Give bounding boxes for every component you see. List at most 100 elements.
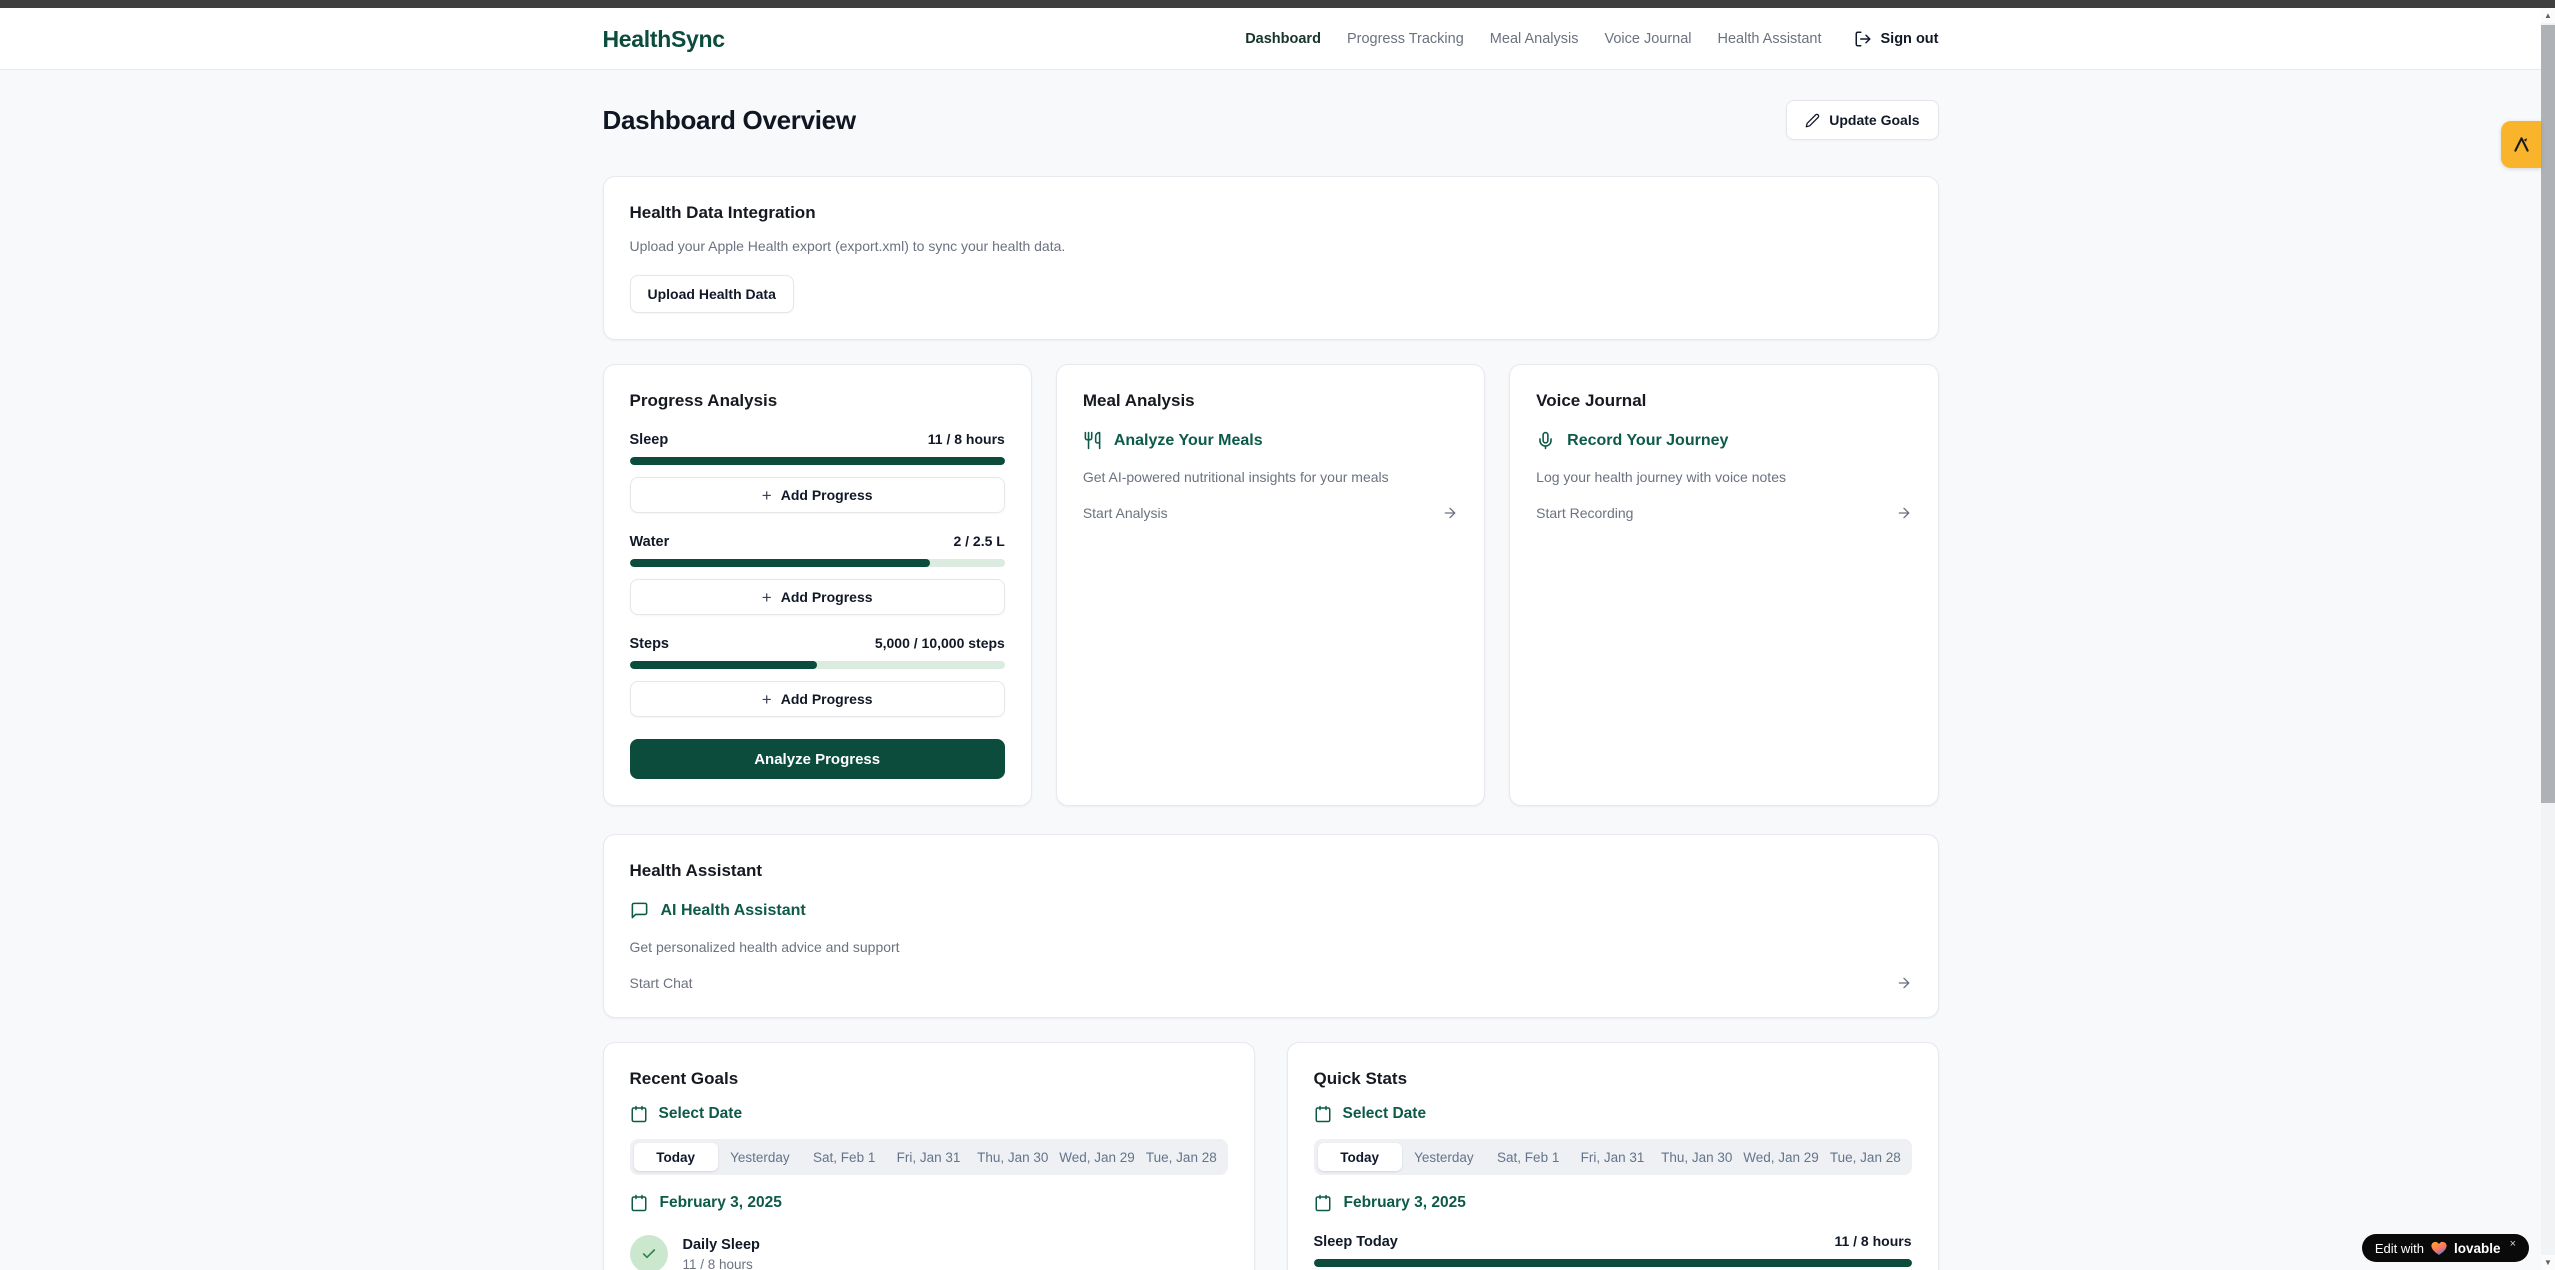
progress-analysis-card: Progress Analysis Sleep 11 / 8 hours + A… — [603, 364, 1032, 806]
selected-date-label: February 3, 2025 — [660, 1194, 782, 1212]
nav-item-dashboard[interactable]: Dashboard — [1245, 31, 1321, 47]
scrollbar-thumb[interactable] — [2541, 25, 2555, 803]
start-recording-link[interactable]: Start Recording — [1536, 505, 1911, 521]
progress-bar-sleep-today — [1314, 1259, 1912, 1267]
plus-icon: + — [762, 589, 772, 606]
nav-item-meal-analysis[interactable]: Meal Analysis — [1490, 31, 1579, 47]
metric-value: 2 / 2.5 L — [953, 533, 1004, 549]
nav-item-progress-tracking[interactable]: Progress Tracking — [1347, 31, 1464, 47]
utensils-icon — [1083, 431, 1102, 450]
scrollbar-up-arrow[interactable]: ▲ — [2541, 8, 2555, 23]
health-assistant-card: Health Assistant AI Health Assistant Get… — [603, 834, 1939, 1018]
goal-list-item: Daily Sleep 11 / 8 hours — [630, 1235, 1228, 1270]
nav-item-health-assistant[interactable]: Health Assistant — [1718, 31, 1822, 47]
main-nav: Dashboard Progress Tracking Meal Analysi… — [1245, 30, 1938, 48]
record-your-journey-link[interactable]: Record Your Journey — [1536, 431, 1911, 450]
metric-steps: Steps 5,000 / 10,000 steps + Add Progres… — [630, 635, 1005, 717]
scrollbar: ▲ ▼ — [2541, 8, 2555, 1270]
metric-sleep: Sleep 11 / 8 hours + Add Progress — [630, 431, 1005, 513]
arrow-right-icon — [1896, 975, 1912, 991]
ai-health-assistant-link[interactable]: AI Health Assistant — [630, 901, 1912, 920]
analyze-progress-button[interactable]: Analyze Progress — [630, 739, 1005, 779]
date-tabs: Today Yesterday Sat, Feb 1 Fri, Jan 31 T… — [630, 1139, 1228, 1175]
arrow-right-icon — [1896, 505, 1912, 521]
goal-value: 11 / 8 hours — [683, 1257, 760, 1270]
close-icon[interactable]: × — [2510, 1238, 2516, 1250]
browser-top-strip — [0, 0, 2555, 8]
logout-icon — [1854, 30, 1872, 48]
update-goals-button[interactable]: Update Goals — [1786, 100, 1938, 140]
tab-thu-jan-30[interactable]: Thu, Jan 30 — [1655, 1143, 1739, 1171]
select-date-label: Select Date — [1343, 1105, 1427, 1123]
select-date-label: Select Date — [659, 1105, 743, 1123]
app-logo[interactable]: HealthSync — [603, 26, 725, 53]
stat-label: Sleep Today — [1314, 1234, 1398, 1250]
arrow-right-icon — [1442, 505, 1458, 521]
tab-wed-jan-29[interactable]: Wed, Jan 29 — [1739, 1143, 1823, 1171]
metric-water: Water 2 / 2.5 L + Add Progress — [630, 533, 1005, 615]
select-date-link[interactable]: Select Date — [630, 1105, 1228, 1123]
feature-link-label: Record Your Journey — [1567, 432, 1728, 450]
chat-bubble-icon — [630, 901, 649, 920]
tab-thu-jan-30[interactable]: Thu, Jan 30 — [971, 1143, 1055, 1171]
add-progress-button-water[interactable]: + Add Progress — [630, 579, 1005, 615]
calendar-icon — [630, 1194, 648, 1212]
tab-wed-jan-29[interactable]: Wed, Jan 29 — [1055, 1143, 1139, 1171]
tab-fri-jan-31[interactable]: Fri, Jan 31 — [1570, 1143, 1654, 1171]
add-progress-label: Add Progress — [781, 691, 873, 707]
start-chat-link[interactable]: Start Chat — [630, 975, 1912, 991]
tab-sat-feb-1[interactable]: Sat, Feb 1 — [1486, 1143, 1570, 1171]
tab-yesterday[interactable]: Yesterday — [1402, 1143, 1486, 1171]
goal-completed-badge — [630, 1235, 668, 1270]
card-description: Get personalized health advice and suppo… — [630, 939, 1912, 955]
pencil-icon — [1805, 113, 1820, 128]
selected-date[interactable]: February 3, 2025 — [630, 1194, 1228, 1212]
feature-link-label: AI Health Assistant — [661, 902, 806, 920]
tab-yesterday[interactable]: Yesterday — [718, 1143, 802, 1171]
metric-value: 5,000 / 10,000 steps — [875, 635, 1005, 651]
meal-analysis-card: Meal Analysis Analyze Your Meals Get AI-… — [1056, 364, 1485, 806]
metric-label: Steps — [630, 636, 670, 652]
scrollbar-down-arrow[interactable]: ▼ — [2541, 1255, 2555, 1270]
card-description: Log your health journey with voice notes — [1536, 469, 1911, 485]
sign-out-label: Sign out — [1881, 31, 1939, 47]
lovable-mark-icon — [2511, 134, 2532, 155]
recent-goals-card: Recent Goals Select Date Today Yesterday… — [603, 1042, 1255, 1270]
page: HealthSync Dashboard Progress Tracking M… — [0, 8, 2541, 1270]
select-date-link[interactable]: Select Date — [1314, 1105, 1912, 1123]
goal-name: Daily Sleep — [683, 1237, 760, 1253]
date-tabs: Today Yesterday Sat, Feb 1 Fri, Jan 31 T… — [1314, 1139, 1912, 1175]
selected-date[interactable]: February 3, 2025 — [1314, 1194, 1912, 1212]
card-title: Health Assistant — [630, 861, 1912, 881]
metric-label: Sleep — [630, 432, 669, 448]
start-analysis-link[interactable]: Start Analysis — [1083, 505, 1458, 521]
card-description: Get AI-powered nutritional insights for … — [1083, 469, 1458, 485]
add-progress-button-steps[interactable]: + Add Progress — [630, 681, 1005, 717]
card-title: Progress Analysis — [630, 391, 1005, 411]
upload-health-data-button[interactable]: Upload Health Data — [630, 275, 794, 313]
card-title: Quick Stats — [1314, 1069, 1912, 1089]
tab-sat-feb-1[interactable]: Sat, Feb 1 — [802, 1143, 886, 1171]
tab-today[interactable]: Today — [634, 1143, 718, 1171]
sign-out-button[interactable]: Sign out — [1854, 30, 1939, 48]
analyze-your-meals-link[interactable]: Analyze Your Meals — [1083, 431, 1458, 450]
edit-with-lovable-badge[interactable]: Edit with lovable × — [2362, 1234, 2529, 1262]
stat-value: 11 / 8 hours — [1834, 1233, 1911, 1249]
card-title: Health Data Integration — [630, 203, 1912, 223]
tab-fri-jan-31[interactable]: Fri, Jan 31 — [886, 1143, 970, 1171]
plus-icon: + — [762, 487, 772, 504]
action-label: Start Chat — [630, 975, 693, 991]
add-progress-button-sleep[interactable]: + Add Progress — [630, 477, 1005, 513]
progress-bar-water — [630, 559, 1005, 567]
progress-bar-sleep — [630, 457, 1005, 465]
selected-date-label: February 3, 2025 — [1344, 1194, 1466, 1212]
tab-tue-jan-28[interactable]: Tue, Jan 28 — [1823, 1143, 1907, 1171]
card-description: Upload your Apple Health export (export.… — [630, 238, 1912, 254]
nav-item-voice-journal[interactable]: Voice Journal — [1604, 31, 1691, 47]
tab-tue-jan-28[interactable]: Tue, Jan 28 — [1139, 1143, 1223, 1171]
action-label: Start Analysis — [1083, 505, 1168, 521]
lovable-edge-badge[interactable] — [2501, 121, 2541, 168]
gradient-heart-icon — [2431, 1241, 2447, 1256]
add-progress-label: Add Progress — [781, 487, 873, 503]
tab-today[interactable]: Today — [1318, 1143, 1402, 1171]
